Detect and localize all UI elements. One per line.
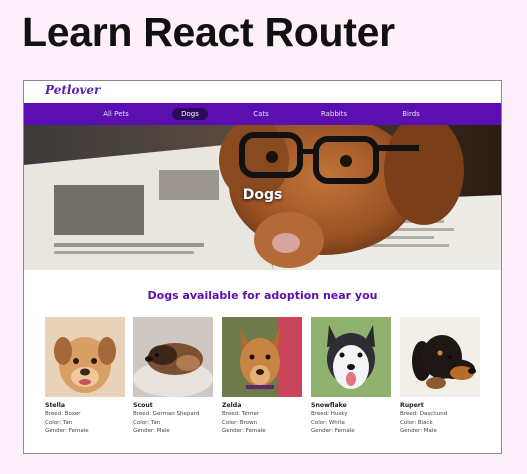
section-heading: Dogs available for adoption near you xyxy=(147,289,378,302)
pet-color: Color: White xyxy=(311,419,345,426)
pet-photo-scout[interactable] xyxy=(133,317,213,397)
hero-title: Dogs xyxy=(242,187,283,203)
pet-photo-stella[interactable] xyxy=(45,317,125,397)
pet-breed: Breed: Daschund xyxy=(400,411,448,417)
pet-name: Snowflake xyxy=(311,402,347,409)
pet-breed: Breed: German Shepard xyxy=(133,411,200,417)
pet-name: Rupert xyxy=(400,402,424,409)
nav-dogs[interactable]: Dogs xyxy=(172,108,208,120)
slide-title: Learn React Router xyxy=(22,9,395,55)
pet-gender: Gender: Female xyxy=(45,428,89,434)
pet-gender: Gender: Male xyxy=(133,428,170,434)
brand-logo[interactable]: Petlover xyxy=(45,83,100,97)
nav-birds[interactable]: Birds xyxy=(394,103,428,125)
pet-card-grid: Stella Breed: Boxer Color: Tan Gender: F… xyxy=(45,317,485,447)
pet-name: Zelda xyxy=(222,402,242,409)
pet-name: Scout xyxy=(133,402,153,409)
pet-card[interactable]: Scout Breed: German Shepard Color: Tan G… xyxy=(133,317,213,436)
pet-card[interactable]: Stella Breed: Boxer Color: Tan Gender: F… xyxy=(45,317,125,436)
brand-bar: Petlover xyxy=(24,81,501,103)
nav-rabbits[interactable]: Rabbits xyxy=(314,103,354,125)
pet-card[interactable]: Zelda Breed: Terrier Color: Brown Gender… xyxy=(222,317,302,436)
pet-card[interactable]: Snowflake Breed: Husky Color: White Gend… xyxy=(311,317,391,436)
pet-card[interactable]: Rupert Breed: Daschund Color: Black Gend… xyxy=(400,317,480,436)
pet-breed: Breed: Terrier xyxy=(222,411,260,417)
pet-breed: Breed: Husky xyxy=(311,411,348,417)
hero-banner: Dogs xyxy=(24,125,501,270)
browser-window: Petlover All Pets Dogs Cats Rabbits Bird… xyxy=(23,80,502,454)
pet-gender: Gender: Male xyxy=(400,428,437,434)
pet-breed: Breed: Boxer xyxy=(45,411,81,417)
pet-photo-rupert[interactable] xyxy=(400,317,480,397)
pet-gender: Gender: Female xyxy=(222,428,266,434)
pet-photo-snowflake[interactable] xyxy=(311,317,391,397)
pet-color: Color: Brown xyxy=(222,419,258,426)
nav-all-pets[interactable]: All Pets xyxy=(96,103,136,125)
pet-photo-zelda[interactable] xyxy=(222,317,302,397)
nav-cats[interactable]: Cats xyxy=(244,103,278,125)
main-nav: All Pets Dogs Cats Rabbits Birds xyxy=(24,103,501,125)
pet-color: Color: Tan xyxy=(133,419,161,426)
pet-name: Stella xyxy=(45,402,66,409)
pet-gender: Gender: Female xyxy=(311,428,355,434)
pet-color: Color: Black xyxy=(400,419,433,426)
pet-color: Color: Tan xyxy=(45,419,73,426)
